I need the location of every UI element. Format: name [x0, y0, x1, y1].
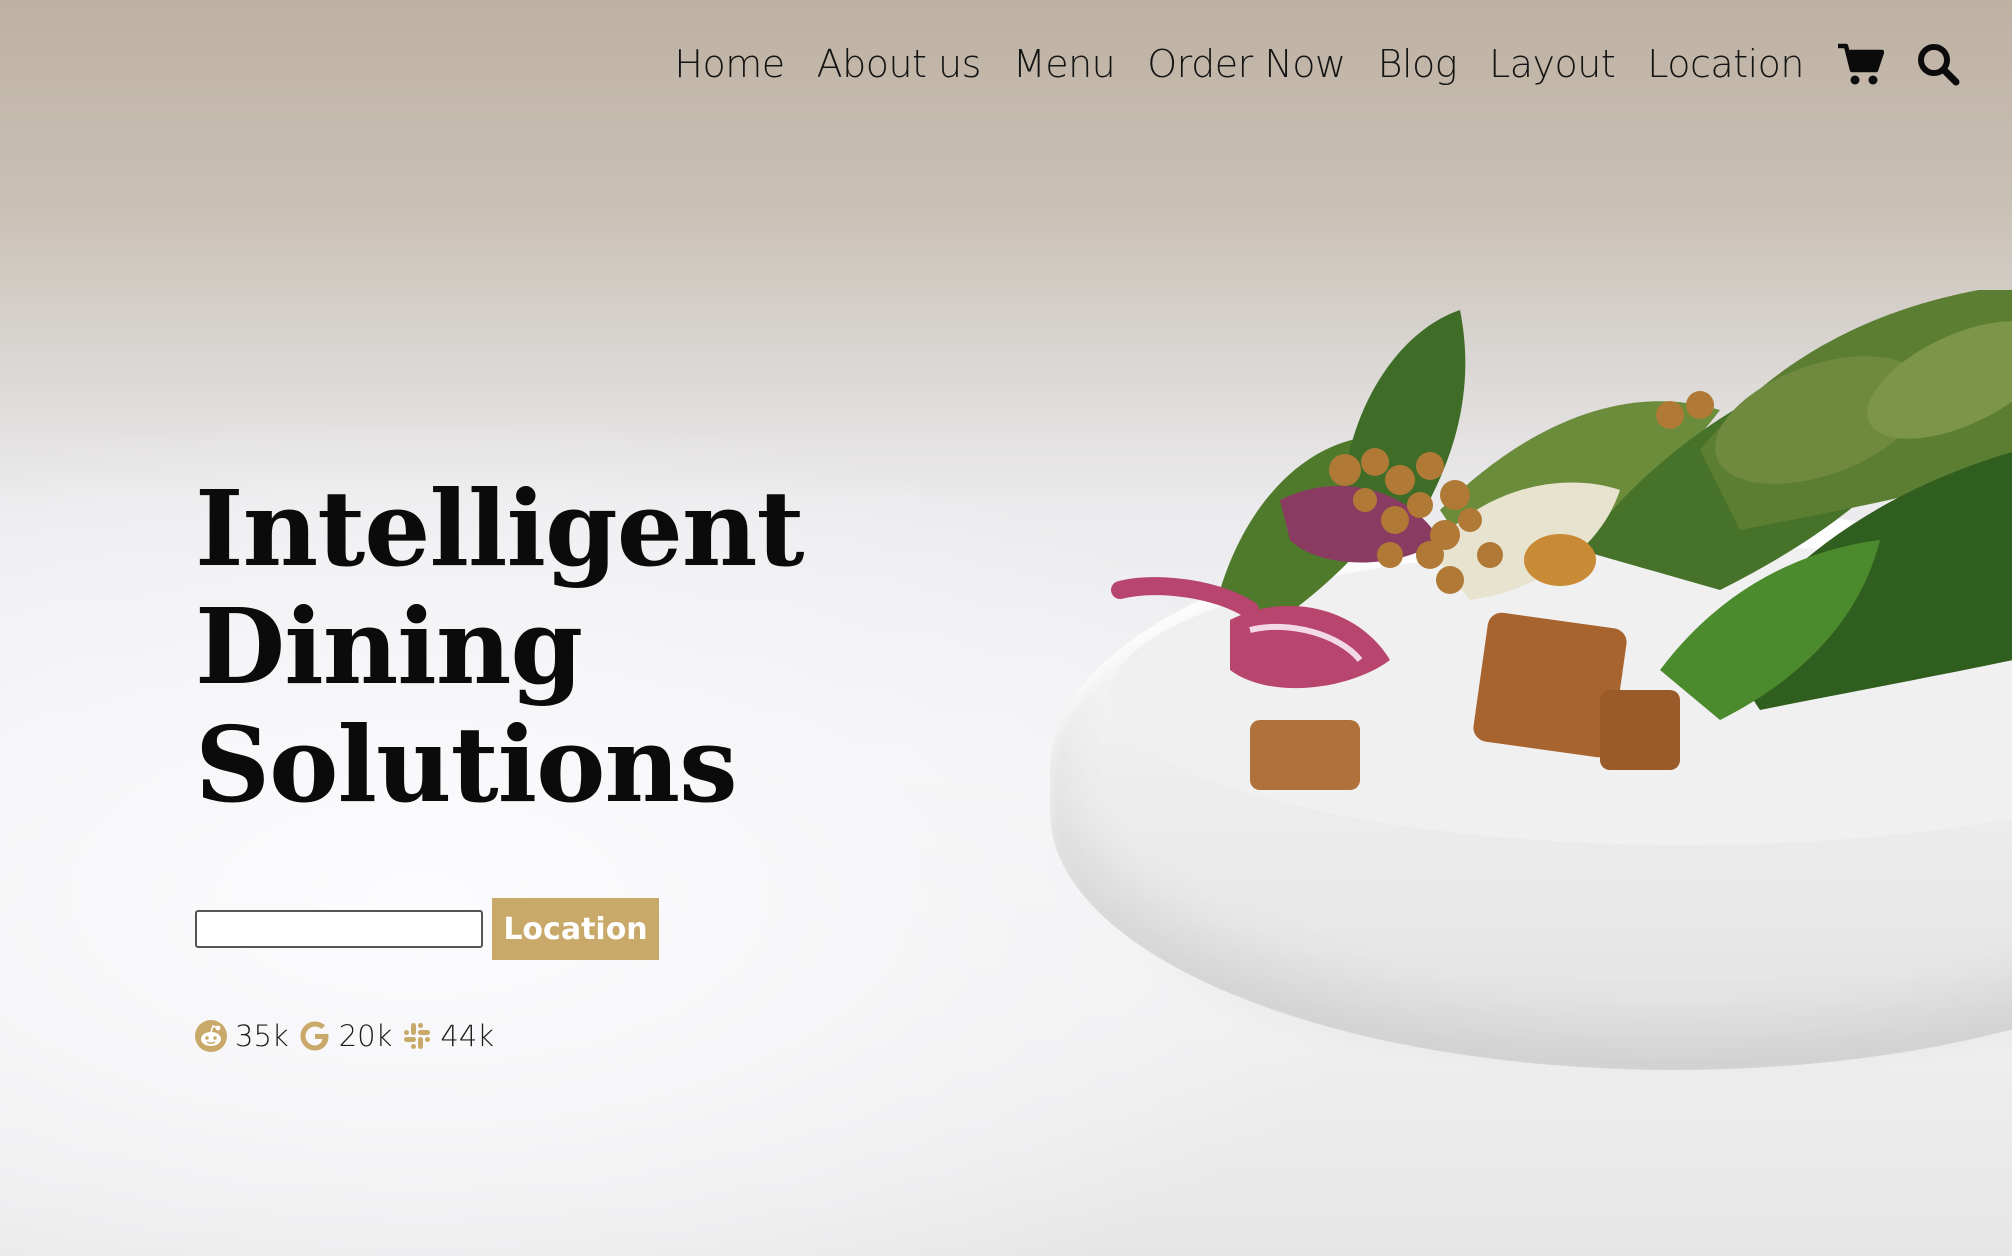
nav-home[interactable]: Home: [674, 42, 785, 86]
social-stats: 35k 20k 44k: [195, 1019, 504, 1053]
hero-headline: Intelligent Dining Solutions: [195, 467, 805, 826]
google-icon: [300, 1021, 329, 1051]
shopping-cart-icon[interactable]: [1836, 42, 1884, 86]
headline-line-1: Intelligent: [195, 467, 805, 590]
nav-layout[interactable]: Layout: [1489, 42, 1616, 86]
location-input[interactable]: [195, 910, 483, 948]
social-item-reddit[interactable]: 35k: [195, 1019, 289, 1053]
nav-order-now[interactable]: Order Now: [1147, 42, 1346, 86]
location-button[interactable]: Location: [492, 898, 659, 960]
search-icon[interactable]: [1916, 42, 1960, 86]
nav-blog[interactable]: Blog: [1378, 42, 1458, 86]
social-item-slack[interactable]: 44k: [402, 1019, 494, 1053]
slack-count: 44k: [440, 1019, 495, 1053]
nav-menu[interactable]: Menu: [1013, 42, 1116, 86]
main-nav: Home About us Menu Order Now Blog Layout…: [642, 34, 1960, 94]
headline-line-2: Dining: [195, 585, 583, 708]
reddit-icon: [195, 1020, 227, 1052]
nav-location[interactable]: Location: [1647, 42, 1804, 86]
reddit-count: 35k: [235, 1019, 289, 1053]
slack-icon: [404, 1023, 431, 1049]
social-item-google[interactable]: 20k: [299, 1019, 393, 1053]
nav-about-us[interactable]: About us: [817, 42, 982, 86]
headline-line-3: Solutions: [195, 703, 738, 826]
google-count: 20k: [338, 1019, 393, 1053]
location-form: Location: [195, 898, 659, 960]
salad-image: [1111, 290, 2012, 790]
